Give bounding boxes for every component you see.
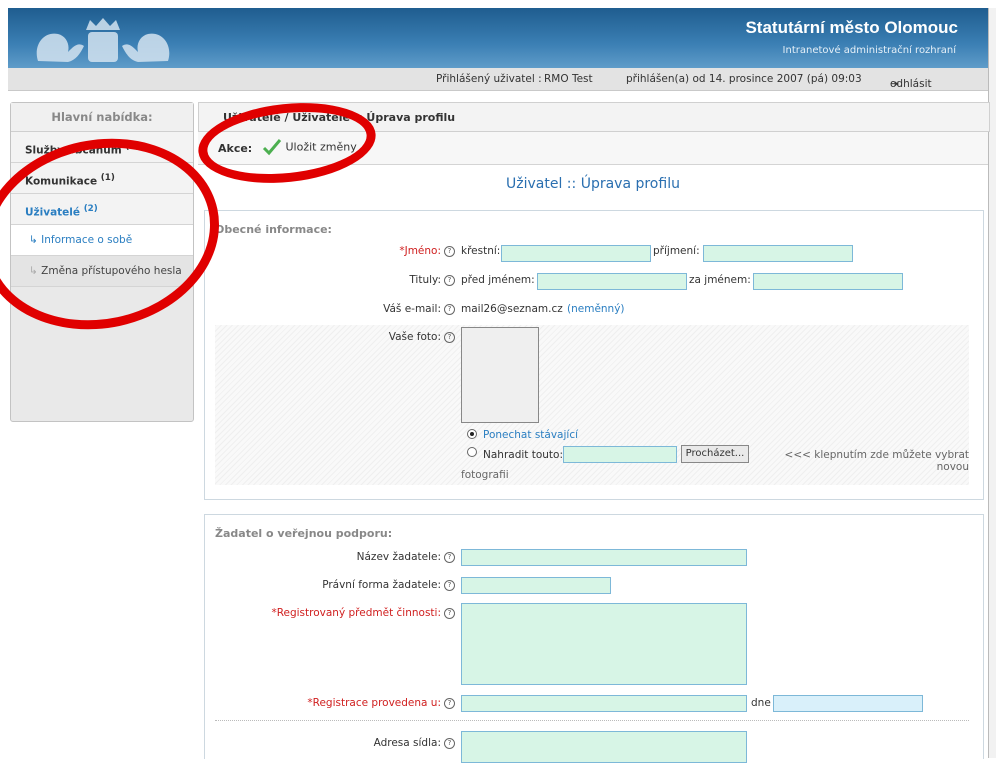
sidebar-subitem-change-password[interactable]: ↳ Změna přístupového hesla <box>11 256 193 287</box>
legal-form-input[interactable] <box>461 577 611 594</box>
photo-preview <box>461 327 539 423</box>
breadcrumb-text: Uživatelé / Uživatelé :: Úprava profilu <box>223 111 456 124</box>
site-subtitle: Intranetové administrační rozhraní <box>782 45 956 56</box>
city-coat-of-arms-logo <box>28 16 178 69</box>
replace-photo-radio[interactable] <box>467 447 477 457</box>
email-note: (neměnný) <box>567 303 625 315</box>
save-changes-button[interactable]: Uložit změny <box>262 138 357 156</box>
activity-label: *Registrovaný předmět činnosti:? <box>245 607 455 619</box>
email-value: mail26@seznam.cz <box>461 303 563 315</box>
applicant-name-label: Název žadatele:? <box>265 551 455 563</box>
subitem-arrow-icon: ↳ <box>29 265 38 277</box>
legal-form-label: Právní forma žadatele:? <box>265 579 455 591</box>
activity-textarea[interactable] <box>461 603 747 685</box>
registration-date-input[interactable] <box>773 695 923 712</box>
date-label: dne <box>751 697 771 709</box>
first-name-label: křestní: <box>461 245 501 257</box>
photo-label: Vaše foto:? <box>305 331 455 343</box>
site-title: Statutární město Olomouc <box>745 18 958 37</box>
help-icon: ? <box>444 551 455 563</box>
sidebar-item-label: Informace o sobě <box>41 234 133 246</box>
registration-label: *Registrace provedena u:? <box>245 697 455 709</box>
keep-photo-radio[interactable] <box>467 429 477 439</box>
help-icon: ? <box>444 607 455 619</box>
subitem-arrow-icon: ↳ <box>29 234 38 246</box>
photo-section: Vaše foto:? Ponechat stávající Nahradit … <box>215 325 969 485</box>
action-bar: Akce: Uložit změny <box>198 132 988 165</box>
help-icon: ? <box>444 245 455 257</box>
help-icon: ? <box>444 331 455 343</box>
last-name-label: příjmení: <box>653 245 700 257</box>
help-icon: ? <box>444 737 455 749</box>
title-after-input[interactable] <box>753 273 903 290</box>
sidebar-item-badge: (1) <box>125 142 140 152</box>
sidebar-item-label: Změna přístupového hesla <box>41 265 182 277</box>
browse-button[interactable]: Procházet... <box>681 445 749 463</box>
first-name-input[interactable] <box>501 245 651 262</box>
photo-file-input[interactable] <box>563 446 677 463</box>
breadcrumb: Uživatelé / Uživatelé :: Úprava profilu <box>198 102 990 132</box>
general-info-panel: Obecné informace: *Jméno:? křestní: příj… <box>204 210 984 500</box>
save-changes-label: Uložit změny <box>285 140 357 154</box>
sidebar-subitem-about-me[interactable]: ↳ Informace o sobě <box>11 225 193 256</box>
titles-label: Tituly:? <box>305 274 455 286</box>
actions-label: Akce: <box>218 142 253 155</box>
login-info: přihlášen(a) od 14. prosince 2007 (pá) 0… <box>626 73 862 85</box>
registration-input[interactable] <box>461 695 747 712</box>
logged-user-label: Přihlášený uživatel : <box>436 73 542 85</box>
help-icon: ? <box>444 697 455 709</box>
divider <box>215 720 969 721</box>
help-icon: ? <box>444 303 455 315</box>
name-label: *Jméno:? <box>305 245 455 257</box>
page-title: Uživatel :: Úprava profilu <box>506 176 680 192</box>
title-before-input[interactable] <box>537 273 687 290</box>
sidebar-item-communication[interactable]: Komunikace (1) <box>11 163 193 194</box>
applicant-panel: Žadatel o veřejnou podporu: Název žadate… <box>204 514 984 763</box>
checkmark-icon <box>262 139 282 156</box>
address-input[interactable] <box>461 731 747 763</box>
photo-hint: <<< klepnutím zde můžete vybrat novou <box>784 449 969 473</box>
sidebar-item-badge: (2) <box>83 204 98 214</box>
site-header: Statutární město Olomouc Intranetové adm… <box>8 8 988 68</box>
sidebar-item-label: Uživatelé <box>25 206 81 219</box>
sidebar-item-services[interactable]: Služby občanům (1) <box>11 132 193 163</box>
applicant-legend: Žadatel o veřejnou podporu: <box>215 527 393 540</box>
address-label: Adresa sídla:? <box>265 737 455 749</box>
keep-photo-label: Ponechat stávající <box>483 429 579 441</box>
sidebar-item-label: Komunikace <box>25 175 98 188</box>
logout-icon: ⇥ <box>890 78 899 90</box>
email-label: Váš e-mail:? <box>305 303 455 315</box>
help-icon: ? <box>444 579 455 591</box>
last-name-input[interactable] <box>703 245 853 262</box>
after-name-label: za jménem: <box>689 274 751 286</box>
sidebar-item-badge: (1) <box>100 173 115 183</box>
general-info-legend: Obecné informace: <box>215 223 332 236</box>
sidebar: Hlavní nabídka: Služby občanům (1) Komun… <box>10 102 194 422</box>
applicant-name-input[interactable] <box>461 549 747 566</box>
before-name-label: před jménem: <box>461 274 535 286</box>
photo-hint-cont: fotografii <box>461 469 509 481</box>
help-icon: ? <box>444 274 455 286</box>
logged-user-link[interactable]: RMO Test <box>544 73 593 85</box>
replace-photo-label: Nahradit touto: <box>483 449 564 461</box>
sidebar-heading: Hlavní nabídka: <box>11 103 193 132</box>
sidebar-item-label: Služby občanům <box>25 144 122 157</box>
user-bar: Přihlášený uživatel : RMO Test přihlášen… <box>8 68 988 91</box>
sidebar-item-users[interactable]: Uživatelé (2) <box>11 194 193 225</box>
